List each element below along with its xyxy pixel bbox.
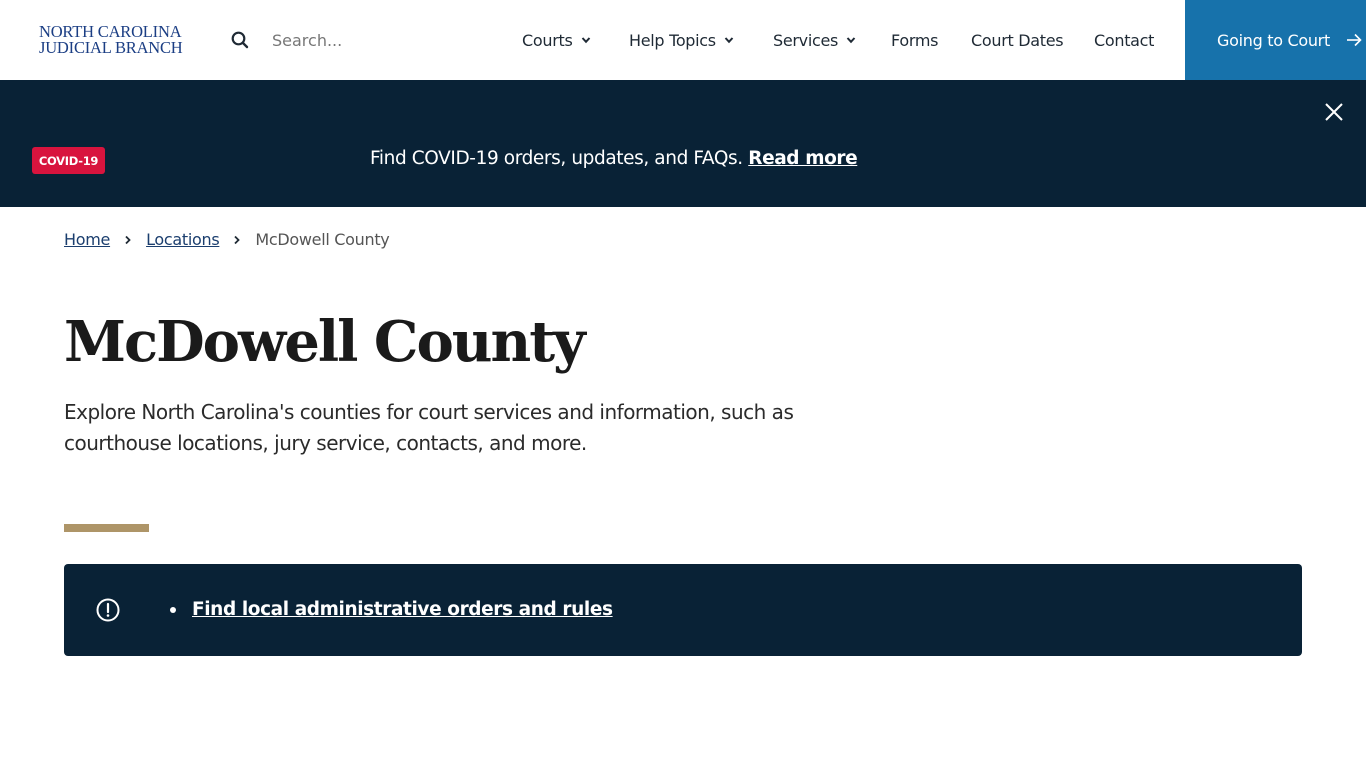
covid-alert-banner (0, 80, 1366, 207)
arrow-right-icon (1346, 33, 1362, 47)
banner-message: Find COVID-19 orders, updates, and FAQs.… (370, 147, 858, 171)
accent-divider (64, 524, 149, 532)
nav-forms[interactable]: Forms (891, 0, 938, 80)
breadcrumb-locations[interactable]: Locations (146, 229, 220, 251)
nav-contact-label: Contact (1094, 30, 1155, 50)
nav-court-dates-label: Court Dates (971, 30, 1064, 50)
nav-help-topics-label: Help Topics (629, 30, 716, 50)
breadcrumb: Home Locations McDowell County (64, 229, 390, 251)
read-more-link[interactable]: Read more (748, 148, 857, 169)
bullet (170, 607, 176, 613)
page-intro: Explore North Carolina's counties for co… (64, 400, 794, 455)
going-to-court-label: Going to Court (1217, 30, 1330, 50)
covid-badge: COVID-19 (32, 147, 105, 174)
nav-help-topics[interactable]: Help Topics (629, 0, 734, 80)
alert-circle-icon (96, 598, 120, 622)
nav-courts[interactable]: Courts (522, 0, 591, 80)
chevron-right-icon (115, 235, 141, 245)
admin-orders-link[interactable]: Find local administrative orders and rul… (192, 597, 613, 623)
nav-courts-label: Courts (522, 30, 573, 50)
list-item: Find local administrative orders and rul… (170, 597, 613, 623)
logo[interactable]: NORTH CAROLINA JUDICIAL BRANCH (39, 23, 189, 57)
breadcrumb-current: McDowell County (255, 230, 390, 249)
chevron-down-icon (724, 37, 734, 44)
site-header: NORTH CAROLINA JUDICIAL BRANCH Courts He… (0, 0, 1366, 80)
info-links-list: Find local administrative orders and rul… (170, 597, 613, 623)
chevron-down-icon (581, 37, 590, 44)
search-input[interactable] (262, 24, 462, 56)
page-title: McDowell County (64, 309, 586, 375)
nav-contact[interactable]: Contact (1094, 0, 1154, 80)
breadcrumb-home[interactable]: Home (64, 229, 110, 251)
nav-forms-label: Forms (891, 30, 939, 50)
banner-text: Find COVID-19 orders, updates, and FAQs. (370, 148, 743, 169)
search-icon[interactable] (231, 31, 249, 49)
logo-line-2: JUDICIAL BRANCH (39, 38, 183, 57)
info-box: Find local administrative orders and rul… (64, 564, 1302, 656)
chevron-down-icon (846, 37, 856, 44)
close-icon[interactable] (1323, 101, 1345, 123)
going-to-court-button[interactable]: Going to Court (1185, 0, 1366, 80)
nav-court-dates[interactable]: Court Dates (971, 0, 1064, 80)
nav-services[interactable]: Services (773, 0, 856, 80)
nav-services-label: Services (773, 30, 839, 50)
chevron-right-icon (224, 235, 250, 245)
